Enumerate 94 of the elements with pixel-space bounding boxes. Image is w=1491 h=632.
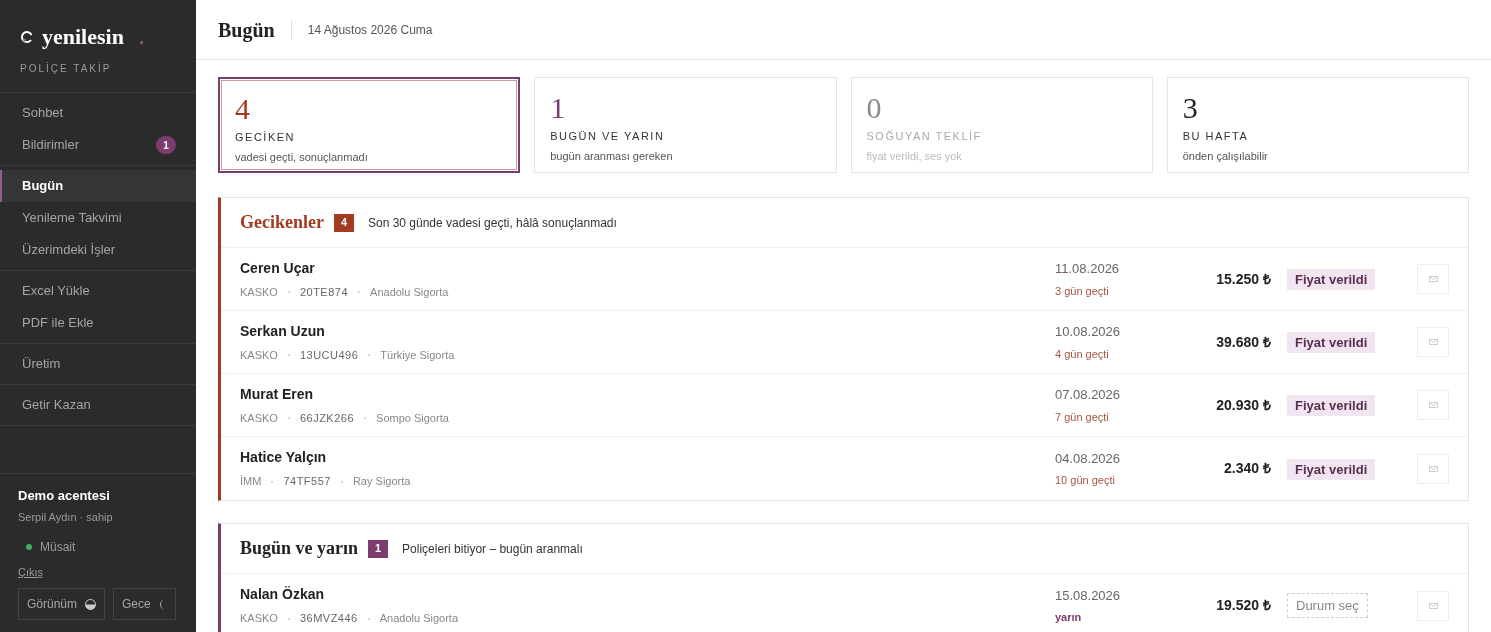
mail-icon [1428,276,1438,282]
client-name[interactable]: Hatice Yalçın [240,447,327,469]
brand-tagline: POLİÇE TAKİP [20,61,113,76]
page-title: Bugün [218,17,275,44]
due-status: yarın [1055,610,1083,625]
premium-amount: 2.340 ₺ [1223,459,1271,478]
stat-card[interactable]: 1 BUGÜN VE YARIN bugün aranması gereken [534,77,837,173]
plate-number: 36MVZ446 [299,611,358,627]
logout-link[interactable]: Çıkış [18,563,178,580]
status-tag: Fiyat verildi [1287,332,1376,353]
client-name[interactable]: Nalan Özkan [240,584,325,606]
nav-item[interactable]: Bildirimler 1 [0,129,196,161]
availability-status: Müsait [40,538,76,556]
nav-item[interactable]: Bugün [0,170,196,202]
brand-name: yenilesin [42,23,124,51]
message-button[interactable] [1417,453,1449,484]
message-button[interactable] [1417,590,1449,621]
client-name[interactable]: Ceren Uçar [240,257,315,279]
insurer-name: Türkiye Sigorta [380,347,455,363]
section-subtitle: Poliçeleri bitiyor – bugün aranmalı [402,540,583,558]
stat-value: 1 [550,92,567,124]
message-button[interactable] [1417,264,1449,294]
policy-type: İMM [240,474,262,490]
stat-value: 3 [1182,92,1199,124]
stat-hint: fiyat verildi, ses yok [866,148,963,164]
half-circle-icon [85,598,97,610]
nav-item[interactable]: Sohbet [0,97,196,129]
stat-hint: bugün aranması gereken [550,148,674,164]
status-tag: Fiyat verildi [1287,269,1376,290]
client-name[interactable]: Murat Eren [240,383,314,405]
due-date: 10.08.2026 [1055,323,1122,341]
mail-icon [1428,602,1438,609]
stat-label: SOĞUYAN TEKLİF [866,129,983,144]
mail-icon [1428,465,1438,472]
stat-label: GECİKEN [235,130,296,145]
stat-value: 4 [235,93,251,125]
plate-number: 66JZK266 [299,410,355,426]
user-role: Serpil Aydın · sahip [18,510,114,525]
section-count: 4 [334,213,354,232]
appearance-button[interactable]: Görünüm [18,588,106,620]
section-subtitle: Son 30 günde vadesi geçti, hâlâ sonuçlanmadı [368,214,617,232]
nav-item[interactable]: PDF ile Ekle [0,307,196,339]
status-select[interactable]: Durum seç [1287,592,1368,619]
message-button[interactable] [1417,390,1449,420]
premium-amount: 19.520 ₺ [1215,596,1271,615]
due-date: 11.08.2026 [1055,260,1121,278]
section-title: Bugün ve yarın [240,537,359,560]
policy-type: KASKO [240,611,278,627]
mail-icon [1428,339,1438,345]
premium-amount: 39.680 ₺ [1215,332,1271,352]
notification-badge: 1 [156,136,176,154]
insurer-name: Anadolu Sigorta [379,611,458,627]
insurer-name: Anadolu Sigorta [370,284,449,300]
plate-number: 74TF557 [283,474,331,490]
due-date: 04.08.2026 [1055,449,1122,468]
insurer-name: Ray Sigorta [352,474,411,490]
plate-number: 20TE874 [299,284,349,300]
due-status: 3 gün geçti [1055,283,1110,299]
premium-amount: 15.250 ₺ [1215,269,1271,289]
message-button[interactable] [1417,327,1449,357]
page-date: 14 Ağustos 2026 Cuma [307,21,433,39]
nav-item[interactable]: Üretim [0,348,196,380]
nav-item[interactable]: Getir Kazan [0,389,196,421]
status-tag: Fiyat verildi [1287,458,1376,480]
client-name[interactable]: Serkan Uzun [240,320,325,342]
due-status: 7 gün geçti [1055,409,1110,425]
due-date: 15.08.2026 [1055,586,1122,605]
stat-hint: önden çalışılabilir [1182,148,1269,164]
stat-hint: vadesi geçti, sonuçlanmadı [235,149,369,165]
policy-type: KASKO [240,410,278,426]
logo-icon [20,29,34,44]
stat-card[interactable]: 3 BU HAFTA önden çalışılabilir [1166,77,1469,173]
status-tag: Fiyat verildi [1287,395,1376,416]
mail-icon [1428,402,1438,408]
stat-card[interactable]: 0 SOĞUYAN TEKLİF fiyat verildi, ses yok [850,77,1153,173]
policy-type: KASKO [240,347,278,363]
nav-item[interactable]: Yenileme Takvimi [0,202,196,234]
premium-amount: 20.930 ₺ [1215,395,1271,415]
stat-label: BUGÜN VE YARIN [550,129,666,144]
section-count: 1 [368,539,389,558]
nav-item[interactable]: Excel Yükle [0,275,196,307]
night-mode-button[interactable]: Gece [113,588,176,620]
due-status: 4 gün geçti [1055,346,1110,362]
agency-name: Demo acentesi [18,486,111,505]
policy-type: KASKO [240,284,278,300]
plate-number: 13UCU496 [299,347,359,363]
due-status: 10 gün geçti [1055,473,1116,488]
nav-item[interactable]: Üzerimdeki İşler [0,234,196,266]
due-date: 07.08.2026 [1055,386,1122,404]
stat-label: BU HAFTA [1182,129,1250,144]
stat-value: 0 [866,92,883,124]
section-title: Gecikenler [240,211,324,234]
stat-card[interactable]: 4 GECİKEN vadesi geçti, sonuçlanmadı [218,77,521,173]
insurer-name: Sompo Sigorta [376,410,449,426]
